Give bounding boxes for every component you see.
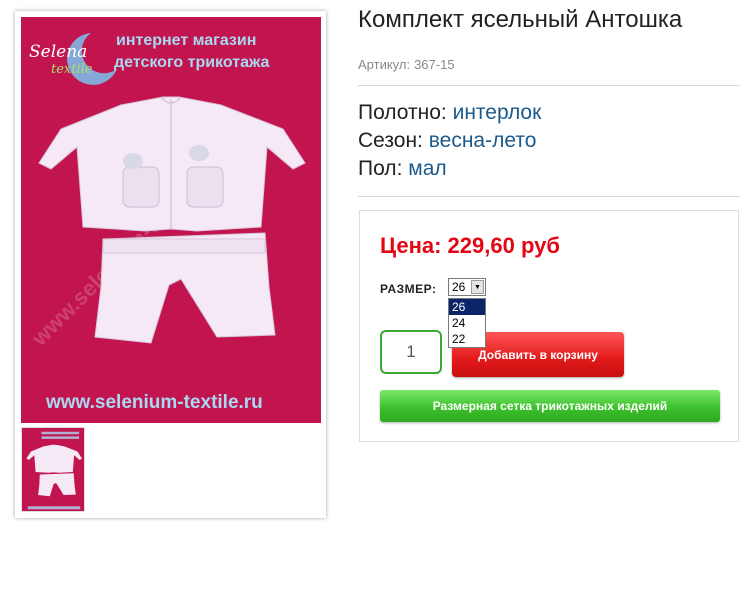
footer-url: www.selenium-textile.ru [45,392,263,413]
product-properties: Полотно: интерлок Сезон: весна-лето Пол:… [358,99,541,183]
property-label: Полотно: [358,101,447,124]
property-fabric: Полотно: интерлок [358,99,541,127]
buy-box: Цена: 229,60 руб РАЗМЕР: 26 ▼ 26 24 22 1… [359,210,739,442]
product-main-image[interactable]: Selena textile интернет магазин детского… [21,17,321,423]
thumbnail-photo [22,428,84,511]
product-photo: Selena textile интернет магазин детского… [21,17,321,423]
size-option[interactable]: 24 [449,315,485,331]
divider [358,196,740,197]
product-price: Цена: 229,60 руб [380,233,560,258]
property-value: весна-лето [428,129,537,152]
quantity-input[interactable]: 1 [380,330,442,374]
brand-logo-line1: Selena [29,42,87,62]
size-option[interactable]: 22 [449,331,485,347]
property-gender: Пол: мал [358,155,541,183]
size-chart-button[interactable]: Размерная сетка трикотажных изделий [380,390,720,422]
sku-value: 367-15 [414,57,455,72]
size-select[interactable]: 26 ▼ [448,278,486,296]
property-season: Сезон: весна-лето [358,127,541,155]
size-selected-value: 26 [452,280,466,294]
size-label: РАЗМЕР: [380,282,437,296]
sku-label: Артикул: [358,57,411,72]
product-thumbnail[interactable] [21,427,85,512]
brand-logo-line2: textile [51,62,93,77]
property-value: мал [408,157,447,180]
property-label: Пол: [358,157,403,180]
property-value: интерлок [452,101,542,124]
size-dropdown-list[interactable]: 26 24 22 [448,298,486,348]
chevron-down-icon[interactable]: ▼ [471,280,484,294]
product-sku: Артикул: 367-15 [358,57,455,72]
property-label: Сезон: [358,129,423,152]
divider [358,85,740,86]
size-option[interactable]: 26 [449,299,485,315]
product-title: Комплект ясельный Антошка [358,6,683,33]
product-gallery: Selena textile интернет магазин детского… [15,11,326,518]
banner-line2: детского трикотажа [114,54,270,71]
banner-line1: интернет магазин [116,32,256,49]
